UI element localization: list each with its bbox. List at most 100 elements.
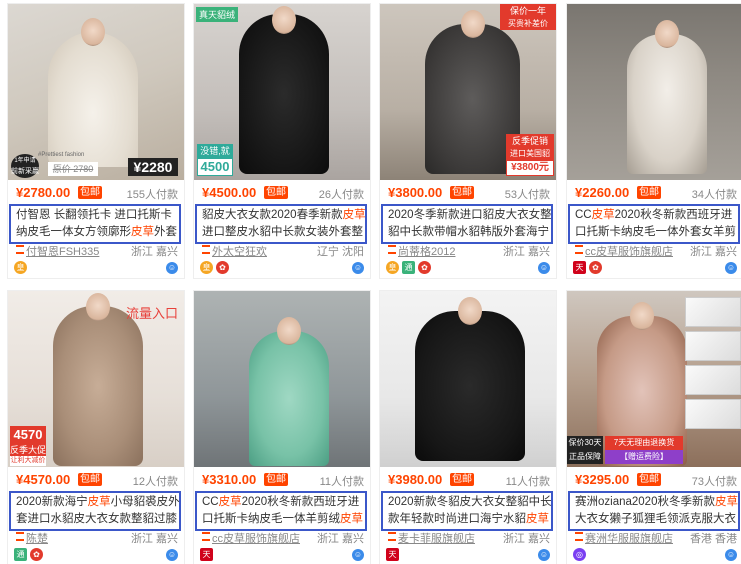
title-text: 进口整皮水貂中长款女装外套整貂 [202,226,363,238]
price-row: ¥3800.00 包邮 53人付款 [388,185,550,201]
product-image[interactable]: 保价30天 正品保障 7天无理由退换货 【赠运费险】 [567,291,741,467]
shop-row: 赛洲华服服旗舰店 香港 香港 [575,530,737,546]
title-text: 2020冬季新款进口貂皮大衣女整貂中长款带帽水貂韩版外套海宁 [388,209,552,238]
shop-icon [388,532,396,541]
product-price: ¥4500.00 [202,185,257,200]
thumbnail[interactable] [685,365,741,395]
product-image[interactable] [567,4,741,180]
free-shipping-badge: 包邮 [78,473,102,486]
thumbnail[interactable] [685,399,741,429]
shop-row: 付智恩FSH335 浙江 嘉兴 [16,243,178,259]
product-image[interactable]: 保价一年 买贵补差价 反季促销 进口美国貂 ¥3800元 [380,4,556,180]
model-head [630,302,654,330]
thumbnail[interactable] [685,297,741,327]
product-card[interactable]: ¥3310.00 包邮 11人付款 CC皮草2020秋冬新款西班牙进口托斯卡纳皮毛一体… [193,290,371,564]
product-title[interactable]: CC皮草2020秋冬新款西班牙进口托斯卡纳皮毛一体外套女羊剪绒大衣 [575,207,739,241]
shop-name[interactable]: cc皮草服饰旗舰店 [212,530,322,546]
overlay-price: ¥3800元 [506,160,554,176]
product-price: ¥3980.00 [388,472,443,487]
sold-count: 12人付款 [132,476,178,488]
title-text: 2020新款海宁 [16,496,88,508]
product-price: ¥4570.00 [16,472,71,487]
sold-count: 34人付款 [691,189,737,201]
product-price: ¥3310.00 [202,472,257,487]
shop-name[interactable]: cc皮草服饰旗舰店 [585,243,695,259]
product-card[interactable]: #Prettiest fashion 1年申请 前新采赢 原价 2780 ¥2280 ¥2… [7,3,185,279]
overlay-tag: 真天貂绒 [196,7,239,22]
model-head [86,293,110,321]
product-card[interactable]: ¥3980.00 包邮 11人付款 2020新款冬貂皮大衣女整貂中长款年轻款时尚进口海… [379,290,557,564]
sold-count: 53人付款 [504,189,550,201]
sold-count: 11人付款 [505,476,550,488]
overlay-promo-sub: 进口美国貂 [506,148,554,160]
product-card[interactable]: ¥2260.00 包邮 34人付款 CC皮草2020秋冬新款西班牙进口托斯卡纳皮毛一体… [566,3,741,279]
shop-name[interactable]: 陈楚 [26,530,136,546]
shop-row: 麦卡菲服旗舰店 浙江 嘉兴 [388,530,550,546]
overlay-subtitle: #Prettiest fashion [38,152,85,158]
chat-service-icon[interactable]: ☺ [352,549,364,561]
chat-service-icon[interactable]: ☺ [725,262,737,274]
overlay-promo-right-sub: 【赠运费险】 [605,450,683,464]
product-image[interactable]: 真天貂绒没错,就是4500 [194,4,370,180]
product-card[interactable]: 流量入口 4570 反季大促 让利大减价 ¥4570.00 包邮 12人付款 2020新款海宁… [7,290,185,564]
overlay-caption: 流量入口 [126,306,179,321]
flower-icon: ✿ [30,548,43,561]
overlay-promo-sub: 正品保障 [567,450,603,464]
product-image[interactable] [194,291,370,467]
shop-name[interactable]: 麦卡菲服旗舰店 [398,530,508,546]
model-figure [239,14,329,174]
product-title[interactable]: 2020冬季新款进口貂皮大衣女整貂中长款带帽水貂韩版外套海宁皮草 [388,207,552,241]
crown-icon: 皇 [200,261,213,274]
shop-name[interactable]: 外太空狂欢 [212,243,322,259]
title-keyword: 皮草 [87,496,111,508]
shop-name[interactable]: 赛洲华服服旗舰店 [585,530,695,546]
title-text: 大衣女獭子狐狸毛领派克服大衣外套 [575,513,736,525]
title-keyword: 皮草 [714,496,738,508]
chat-service-icon[interactable]: ☺ [166,549,178,561]
product-card[interactable]: 保价一年 买贵补差价 反季促销 进口美国貂 ¥3800元 ¥3800.00 包邮 53人付款 2… [379,3,557,279]
tmall-icon: 天 [573,261,586,274]
chat-service-icon[interactable]: ☺ [166,262,178,274]
shop-name[interactable]: 付智恩FSH335 [26,243,136,259]
shop-location: 浙江 嘉兴 [502,246,550,258]
product-title[interactable]: 付智恩 长翻领托卡 进口托斯卡纳皮毛一体女方领廓形皮草外套长季 [16,207,180,241]
sold-count: 11人付款 [319,476,364,488]
product-title[interactable]: 赛洲oziana2020秋冬季新款皮草大衣女獭子狐狸毛领派克服大衣外套 [575,494,739,528]
model-head [458,297,482,325]
product-image[interactable]: #Prettiest fashion 1年申请 前新采赢 原价 2780 ¥2280 [8,4,184,180]
free-shipping-badge: 包邮 [450,473,474,486]
title-text: 貂皮大衣女款2020春季新款 [202,209,343,221]
price-row: ¥3295.00 包邮 73人付款 [575,472,737,488]
overlay-promo-sub: 让利大减价 [10,456,46,466]
chat-service-icon[interactable]: ☺ [725,549,737,561]
shop-icon [575,245,583,254]
product-price: ¥3800.00 [388,185,443,200]
product-title[interactable]: 2020新款海宁皮草小母貂裘皮外套进口水貂皮大衣女款整貂过膝长款 [16,494,180,528]
shop-icon [388,245,396,254]
thumbnail[interactable] [685,331,741,361]
product-card[interactable]: 保价30天 正品保障 7天无理由退换货 【赠运费险】 ¥3295.00 包邮 73人付款 赛洲… [566,290,741,564]
badge-row: 通 ✿ ☺ [14,548,178,562]
model-figure [415,311,525,461]
chat-service-icon[interactable]: ☺ [352,262,364,274]
shop-row: cc皮草服饰旗舰店 浙江 嘉兴 [202,530,364,546]
product-title[interactable]: 貂皮大衣女款2020春季新款皮草进口整皮水貂中长款女装外套整貂 [202,207,366,241]
sold-count: 73人付款 [691,476,737,488]
chat-service-icon[interactable]: ☺ [538,549,550,561]
free-shipping-badge: 包邮 [637,473,661,486]
shop-icon [575,532,583,541]
title-keyword: 皮草 [340,513,363,525]
sold-count: 26人付款 [318,189,364,201]
product-title[interactable]: 2020新款冬貂皮大衣女整貂中长款年轻款时尚进口海宁水貂皮草外套 [388,494,552,528]
shop-location: 浙江 嘉兴 [130,246,178,258]
product-price: ¥2260.00 [575,185,630,200]
product-title[interactable]: CC皮草2020秋冬新款西班牙进口托斯卡纳皮毛一体羊剪绒皮草外套女 [202,494,366,528]
product-card[interactable]: 真天貂绒没错,就是4500 ¥4500.00 包邮 26人付款貂皮大衣女款2020春季… [193,3,371,279]
overlay-badge-sub: 前新采赢 [11,168,39,175]
shop-name[interactable]: 尚蒂格2012 [398,243,508,259]
product-image[interactable] [380,291,556,467]
product-image[interactable]: 流量入口 4570 反季大促 让利大减价 [8,291,184,467]
chat-service-icon[interactable]: ☺ [538,262,550,274]
old-price-tag: 原价 2780 [48,162,98,176]
overlay-price: ¥2280 [128,158,178,176]
